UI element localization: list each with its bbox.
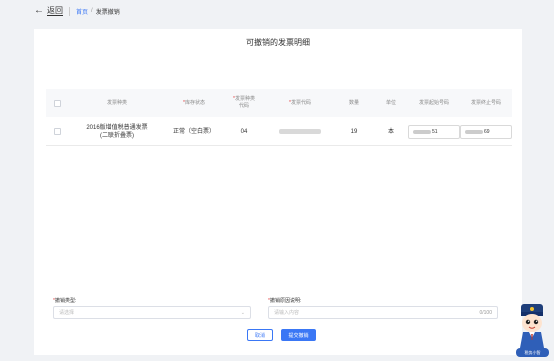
header-start-number: 发票起始号码 (418, 99, 449, 106)
end-number-suffix: 69 (484, 128, 490, 135)
cell-invoice-code (266, 117, 334, 146)
back-label: 返回 (47, 6, 63, 16)
breadcrumb-current: 发票撤销 (95, 9, 120, 16)
back-arrow-icon: ← (34, 5, 44, 16)
select-all-checkbox[interactable] (53, 99, 61, 107)
cell-end-number: 69 (460, 117, 512, 146)
cancel-type-label-text: 撤销类型: (54, 298, 77, 304)
breadcrumb-separator: / (91, 8, 93, 14)
assistant-badge[interactable]: 税务小智 (516, 348, 549, 357)
back-button[interactable]: ← 返回 (34, 6, 63, 16)
header-type-code-line2: 代码 (238, 103, 249, 109)
breadcrumb-home[interactable]: 首页 (76, 7, 88, 16)
invoice-cancel-panel: 可撤销的发票明细 发票种类 * 库存状态 *发票种类 代码 * 发票代码 数量 单位… (34, 29, 522, 355)
header-stock-status-label: 库存状态 (184, 99, 205, 106)
table-row: 2016版增值税普通发票 (二联折叠票) 正常（空白票） 04 19 本 51 … (46, 117, 512, 146)
panel-title: 可撤销的发票明细 (246, 38, 310, 47)
reason-placeholder: 请输入内容 (274, 310, 300, 316)
reason-label: *撤销原因说明: (268, 297, 301, 304)
header-end-number: 发票终止号码 (470, 99, 501, 106)
header-type-code-line1: 发票种类 (234, 96, 255, 102)
cell-unit: 本 (387, 128, 394, 135)
redacted-end-prefix (465, 129, 483, 134)
cell-invoice-type: 2016版增值税普通发票 (二联折叠票) (68, 117, 166, 146)
cell-stock-status: 正常（空白票） (172, 128, 215, 135)
start-number-suffix: 51 (432, 128, 438, 135)
redacted-invoice-code (279, 129, 321, 134)
header-checkbox-cell (46, 89, 68, 117)
reason-char-counter: 0/100 (479, 309, 492, 316)
top-bar: ← 返回 首页 / 发票撤销 (0, 0, 554, 22)
row-checkbox[interactable] (53, 128, 61, 135)
invoice-type-line2: (二联折叠票) (99, 132, 134, 139)
start-number-input[interactable]: 51 (408, 124, 460, 139)
chevron-down-icon: ⌄ (240, 309, 245, 316)
divider (69, 6, 70, 16)
table-header: 发票种类 * 库存状态 *发票种类 代码 * 发票代码 数量 单位 发票起始号码 发… (46, 89, 512, 117)
cancel-button[interactable]: 取消 (247, 329, 273, 341)
cancel-type-placeholder: 请选择 (59, 310, 75, 316)
submit-cancel-button[interactable]: 提交撤销 (281, 329, 316, 341)
cell-quantity: 19 (350, 128, 358, 135)
header-invoice-code-label: 发票代码 (290, 99, 311, 106)
cell-type-code: 04 (240, 128, 248, 135)
cancel-type-select[interactable]: 请选择 ⌄ (53, 306, 251, 319)
header-type-code: *发票种类 代码 (222, 89, 266, 117)
cancel-type-label: *撤销类型: (53, 297, 76, 304)
header-quantity: 数量 (348, 99, 359, 106)
header-unit: 单位 (385, 99, 396, 106)
invoice-type-line1: 2016版增值税普通发票 (86, 124, 148, 131)
header-stock-status: * 库存状态 (166, 89, 222, 117)
reason-input[interactable]: 请输入内容 0/100 (268, 306, 498, 319)
row-checkbox-cell (46, 117, 68, 146)
header-invoice-code: * 发票代码 (266, 89, 334, 117)
cell-start-number: 51 (408, 117, 460, 146)
reason-label-text: 撤销原因说明: (269, 298, 302, 304)
redacted-start-prefix (413, 129, 431, 134)
header-invoice-type: 发票种类 (106, 99, 127, 106)
end-number-input[interactable]: 69 (460, 124, 512, 139)
